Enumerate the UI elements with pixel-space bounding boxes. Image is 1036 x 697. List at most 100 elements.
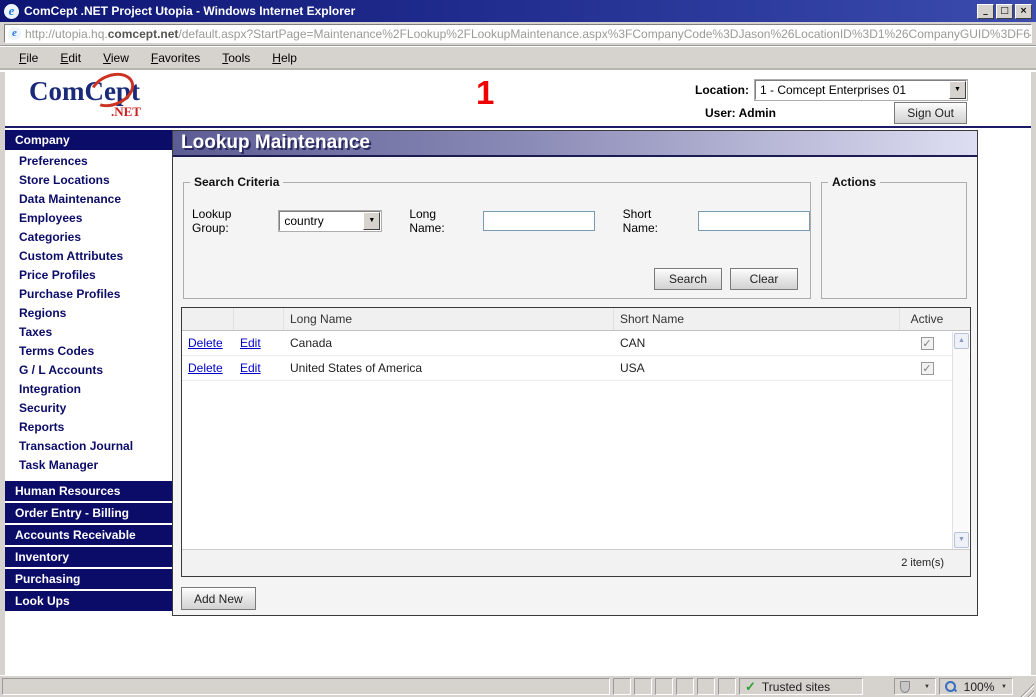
delete-link[interactable]: Delete — [188, 361, 223, 375]
sidebar-item-terms-codes[interactable]: Terms Codes — [5, 342, 172, 361]
magnifier-icon — [945, 681, 957, 693]
sidebar-item-security[interactable]: Security — [5, 399, 172, 418]
sidebar-item-taxes[interactable]: Taxes — [5, 323, 172, 342]
chevron-down-icon[interactable]: ▼ — [924, 684, 930, 690]
active-checkbox: ✓ — [921, 337, 934, 350]
zoom-control-pane[interactable]: 100% ▼ — [939, 678, 1013, 695]
sign-out-button[interactable]: Sign Out — [894, 102, 967, 124]
status-main-pane — [2, 678, 610, 695]
lookup-grid: Long Name Short Name Active Delete Edit … — [181, 307, 971, 577]
edit-link[interactable]: Edit — [240, 336, 261, 350]
grid-header-short-name: Short Name — [614, 308, 900, 330]
grid-footer: 2 item(s) — [182, 549, 970, 576]
lookup-group-selected-value: country — [280, 214, 363, 228]
shield-icon — [900, 681, 910, 693]
sidebar-item-task-manager[interactable]: Task Manager — [5, 456, 172, 475]
search-button[interactable]: Search — [654, 268, 722, 290]
add-new-button[interactable]: Add New — [181, 587, 256, 610]
sidebar-item-purchase-profiles[interactable]: Purchase Profiles — [5, 285, 172, 304]
edit-link[interactable]: Edit — [240, 361, 261, 375]
lookup-group-label: Lookup Group: — [192, 207, 271, 235]
address-bar: e http://utopia.hq.comcept.net/default.a… — [0, 22, 1036, 46]
url-field[interactable]: e http://utopia.hq.comcept.net/default.a… — [4, 24, 1032, 43]
sidebar-item-reports[interactable]: Reports — [5, 418, 172, 437]
grid-header-long-name: Long Name — [284, 308, 614, 330]
user-info: User: Admin — [705, 106, 776, 120]
url-domain: comcept.net — [108, 27, 179, 41]
lookup-group-select[interactable]: country ▼ — [279, 211, 381, 231]
sidebar-section-accounts-receivable[interactable]: Accounts Receivable — [5, 525, 172, 545]
comcept-logo: ComCept .NET — [29, 76, 179, 124]
logo-net-label: .NET — [111, 104, 141, 120]
menu-favorites[interactable]: Favorites — [140, 49, 211, 67]
scroll-up-icon[interactable]: ▲ — [954, 333, 969, 349]
sidebar-section-order-entry-billing[interactable]: Order Entry - Billing — [5, 503, 172, 523]
window-title: ComCept .NET Project Utopia - Windows In… — [24, 4, 977, 18]
long-name-input[interactable] — [483, 211, 595, 231]
page-area: ComCept .NET 1 Location: 1 - Comcept Ent… — [0, 72, 1036, 675]
menu-help[interactable]: Help — [261, 49, 308, 67]
protected-mode-pane[interactable]: ▼ — [894, 678, 936, 695]
table-row: Delete Edit United States of America USA… — [182, 356, 970, 381]
location-label: Location: — [695, 83, 749, 97]
chevron-down-icon[interactable]: ▼ — [363, 212, 380, 230]
sidebar-item-price-profiles[interactable]: Price Profiles — [5, 266, 172, 285]
search-criteria-legend: Search Criteria — [190, 175, 283, 189]
sidebar-item-store-locations[interactable]: Store Locations — [5, 171, 172, 190]
status-pane — [613, 678, 631, 695]
sidebar-section-human-resources[interactable]: Human Resources — [5, 481, 172, 501]
status-bar: ✓ Trusted sites ▼ 100% ▼ — [0, 675, 1036, 697]
scroll-down-icon[interactable]: ▼ — [954, 532, 969, 548]
short-name-label: Short Name: — [623, 207, 690, 235]
sidebar-item-transaction-journal[interactable]: Transaction Journal — [5, 437, 172, 456]
sidebar-item-custom-attributes[interactable]: Custom Attributes — [5, 247, 172, 266]
sidebar-item-integration[interactable]: Integration — [5, 380, 172, 399]
actions-legend: Actions — [828, 175, 880, 189]
clear-button[interactable]: Clear — [730, 268, 798, 290]
grid-scrollbar[interactable]: ▲ ▼ — [952, 332, 969, 549]
sidebar-item-gl-accounts[interactable]: G / L Accounts — [5, 361, 172, 380]
status-pane — [676, 678, 694, 695]
menu-file[interactable]: File — [8, 49, 49, 67]
title-bar: e ComCept .NET Project Utopia - Windows … — [0, 0, 1036, 22]
delete-link[interactable]: Delete — [188, 336, 223, 350]
page-favicon-icon: e — [8, 27, 21, 40]
sidebar-section-company[interactable]: Company — [5, 130, 172, 150]
sidebar-section-purchasing[interactable]: Purchasing — [5, 569, 172, 589]
search-criteria-fieldset: Search Criteria Lookup Group: country ▼ … — [183, 175, 811, 299]
user-label: User: — [705, 106, 736, 120]
status-pane — [718, 678, 736, 695]
sidebar-item-preferences[interactable]: Preferences — [5, 152, 172, 171]
user-value: Admin — [739, 106, 776, 120]
close-button[interactable]: × — [1015, 4, 1032, 19]
sidebar-item-regions[interactable]: Regions — [5, 304, 172, 323]
long-name-cell: Canada — [284, 333, 614, 353]
location-select[interactable]: 1 - Comcept Enterprises 01 ▼ — [755, 80, 967, 100]
zoom-level: 100% — [964, 680, 995, 694]
menu-edit[interactable]: Edit — [49, 49, 92, 67]
ie-logo-icon: e — [4, 4, 19, 19]
chevron-down-icon[interactable]: ▼ — [949, 81, 966, 99]
sidebar-item-data-maintenance[interactable]: Data Maintenance — [5, 190, 172, 209]
sidebar-section-look-ups[interactable]: Look Ups — [5, 591, 172, 611]
check-icon: ✓ — [745, 679, 756, 695]
menu-tools[interactable]: Tools — [211, 49, 261, 67]
minimize-button[interactable]: _ — [977, 4, 994, 19]
sidebar-item-employees[interactable]: Employees — [5, 209, 172, 228]
maximize-button[interactable]: □ — [996, 4, 1013, 19]
short-name-input[interactable] — [698, 211, 810, 231]
active-checkbox: ✓ — [921, 362, 934, 375]
sidebar-section-inventory[interactable]: Inventory — [5, 547, 172, 567]
menu-view[interactable]: View — [92, 49, 140, 67]
status-pane — [634, 678, 652, 695]
security-zone-pane: ✓ Trusted sites — [739, 678, 863, 695]
url-prefix: http://utopia.hq. — [25, 27, 108, 41]
grid-empty-area — [182, 381, 970, 549]
resize-grip[interactable] — [1018, 681, 1034, 697]
item-count: 2 item(s) — [901, 557, 944, 569]
grid-header-edit — [234, 308, 284, 330]
security-zone-label: Trusted sites — [762, 680, 830, 694]
status-pane — [655, 678, 673, 695]
chevron-down-icon[interactable]: ▼ — [1001, 684, 1007, 690]
sidebar-item-categories[interactable]: Categories — [5, 228, 172, 247]
